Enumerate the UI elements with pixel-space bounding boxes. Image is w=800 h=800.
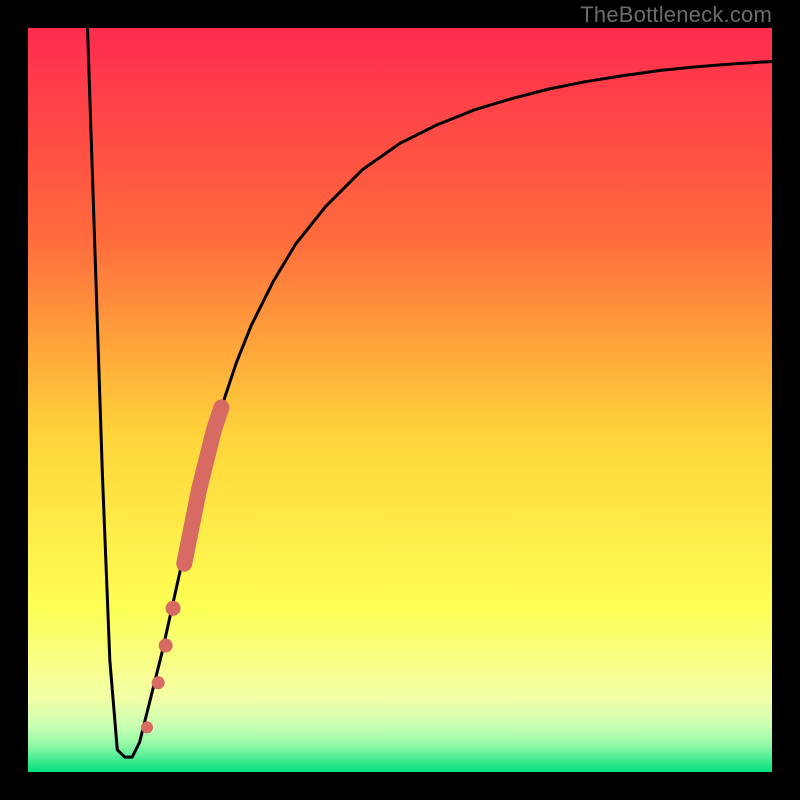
marker-dot (166, 601, 181, 616)
marker-dot (152, 676, 165, 689)
bottleneck-curve (88, 28, 772, 757)
curve-layer (28, 28, 772, 772)
plot-area (28, 28, 772, 772)
chart-frame: TheBottleneck.com (0, 0, 800, 800)
marker-dot (159, 639, 173, 653)
marker-band (184, 407, 221, 563)
marker-dot (141, 721, 153, 733)
watermark-text: TheBottleneck.com (580, 2, 772, 28)
